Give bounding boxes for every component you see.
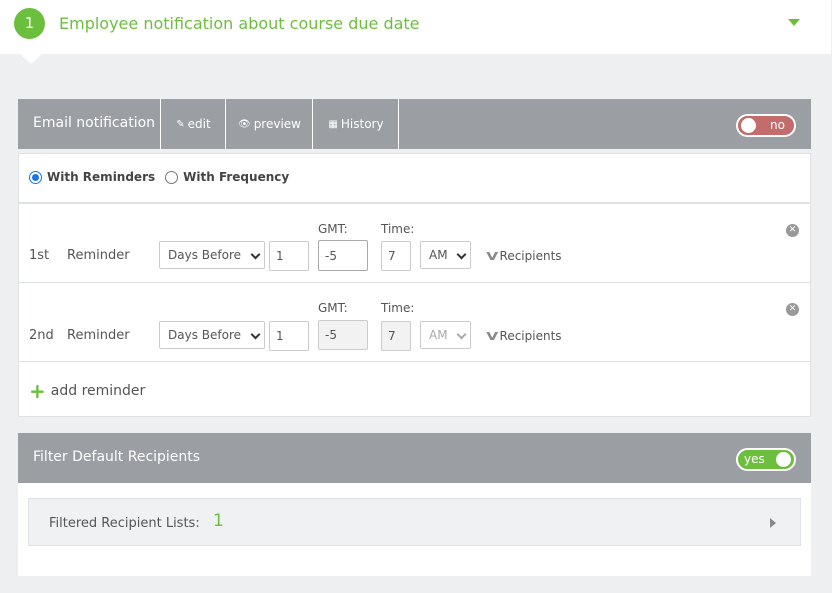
tab-edit[interactable]: ✎ edit [160, 99, 226, 149]
chevron-down-icon [456, 249, 467, 260]
tab-divider [398, 99, 399, 149]
calendar-icon: ▦ [328, 118, 338, 130]
time-input[interactable]: 7 [381, 321, 411, 351]
filtered-recipient-lists-label: Filtered Recipient Lists: [49, 516, 200, 531]
ampm-select[interactable]: AM [420, 241, 471, 269]
tab-history[interactable]: ▦ History [312, 99, 399, 149]
radio-with-reminders[interactable] [29, 170, 42, 184]
reminder-count-input[interactable]: 1 [269, 321, 309, 351]
eye-icon: 👁 [237, 118, 251, 130]
edit-icon: ✎ [176, 118, 185, 130]
ampm-value: AM [429, 248, 448, 262]
recipients-toggle[interactable]: V Recipients [486, 329, 562, 343]
radio-with-reminders-label[interactable]: With Reminders [47, 170, 155, 184]
recipients-label: Recipients [499, 249, 562, 263]
reminder-unit-select[interactable]: Days Before [159, 321, 265, 349]
chevron-down-icon [250, 249, 261, 260]
add-reminder-panel: + add reminder [18, 361, 811, 417]
toggle-knob [741, 118, 756, 133]
recipients-toggle[interactable]: V Recipients [486, 249, 562, 263]
step-header[interactable]: 1 Employee notification about course due… [0, 0, 831, 54]
step-number-badge: 1 [14, 8, 45, 39]
toggle-knob [776, 452, 791, 467]
gmt-label: GMT: [318, 301, 348, 315]
reminder-row: GMT: Time: 2nd Reminder Days Before 1 -5… [18, 282, 811, 362]
email-notification-toggle[interactable]: no [736, 114, 796, 137]
close-icon[interactable]: ✕ [786, 303, 799, 316]
chevron-down-icon[interactable] [788, 19, 800, 26]
step-title: Employee notification about course due d… [59, 14, 420, 33]
chevron-right-icon[interactable] [770, 518, 776, 528]
toggle-label: yes [744, 452, 765, 466]
reminder-mode-panel: With Reminders With Frequency [18, 153, 811, 203]
email-notification-bar: Email notification ✎ edit 👁 preview ▦ Hi… [18, 99, 811, 149]
add-reminder-button[interactable]: + add reminder [29, 381, 145, 401]
email-notification-title: Email notification [33, 115, 156, 131]
tab-edit-label: edit [187, 117, 211, 131]
time-input[interactable]: 7 [381, 241, 411, 271]
tab-history-label: History [340, 117, 384, 131]
gmt-input[interactable]: -5 [318, 320, 368, 350]
tab-preview[interactable]: 👁 preview [225, 99, 313, 149]
reminder-ordinal: 2nd [29, 328, 54, 343]
gmt-input[interactable]: -5 [318, 240, 368, 271]
chevron-down-icon: V [486, 329, 499, 343]
add-reminder-label: add reminder [50, 383, 146, 399]
plus-icon: + [29, 379, 46, 403]
ampm-select[interactable]: AM [420, 321, 471, 349]
reminder-ordinal: 1st [29, 248, 50, 263]
filter-recipients-title: Filter Default Recipients [33, 449, 201, 465]
reminder-label: Reminder [67, 328, 130, 343]
reminder-unit-value: Days Before [168, 248, 241, 262]
reminder-unit-select[interactable]: Days Before [159, 241, 265, 269]
reminder-row: GMT: Time: 1st Reminder Days Before 1 -5… [18, 203, 811, 283]
ampm-value: AM [429, 328, 448, 342]
reminder-mode-radio-group: With Reminders With Frequency [29, 170, 299, 184]
recipients-label: Recipients [499, 329, 562, 343]
time-label: Time: [381, 222, 415, 236]
filtered-recipient-lists-count: 1 [213, 511, 224, 531]
time-label: Time: [381, 301, 415, 315]
chevron-down-icon: V [486, 249, 499, 263]
reminder-label: Reminder [67, 248, 130, 263]
gmt-label: GMT: [318, 222, 348, 236]
radio-with-frequency-label[interactable]: With Frequency [183, 170, 289, 184]
filter-recipients-toggle[interactable]: yes [736, 448, 796, 471]
toggle-label: no [770, 118, 785, 132]
filter-recipients-bar: Filter Default Recipients yes [18, 433, 811, 483]
chevron-down-icon [250, 329, 261, 340]
filtered-recipient-lists-row[interactable]: Filtered Recipient Lists: 1 [28, 498, 801, 546]
chevron-down-icon [456, 329, 467, 340]
filtered-recipients-panel: Filtered Recipient Lists: 1 [18, 483, 811, 576]
radio-with-frequency[interactable] [165, 170, 179, 184]
header-pointer [20, 54, 42, 64]
reminder-unit-value: Days Before [168, 328, 241, 342]
reminder-count-input[interactable]: 1 [269, 241, 309, 271]
close-icon[interactable]: ✕ [786, 224, 799, 237]
tab-preview-label: preview [253, 117, 301, 131]
